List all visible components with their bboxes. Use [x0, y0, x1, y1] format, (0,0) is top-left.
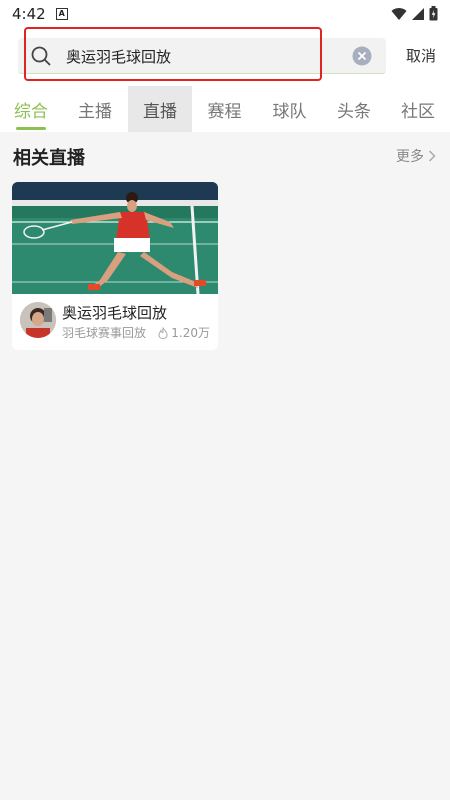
wifi-icon [391, 7, 407, 20]
signal-icon [412, 7, 424, 20]
tab-label: 头条 [337, 101, 371, 122]
live-thumbnail [12, 182, 218, 294]
status-time: 4:42 [12, 5, 46, 23]
clear-icon[interactable] [352, 46, 372, 66]
tab-anchor[interactable]: 主播 [62, 86, 128, 132]
tab-label: 主播 [78, 101, 112, 122]
search-box[interactable]: 奥运羽毛球回放 [18, 38, 386, 74]
tab-label: 赛程 [207, 101, 242, 122]
cancel-button[interactable]: 取消 [406, 45, 436, 66]
tab-teams[interactable]: 球队 [257, 86, 322, 132]
battery-icon [429, 6, 438, 21]
search-header: 奥运羽毛球回放 取消 [0, 28, 450, 86]
search-icon [31, 46, 51, 66]
tab-bar: 综合 主播 直播 赛程 球队 头条 社区 [0, 86, 450, 132]
tab-headlines[interactable]: 头条 [322, 86, 386, 132]
card-title: 奥运羽毛球回放 [62, 304, 168, 322]
notification-icon: A [55, 8, 68, 20]
tab-live[interactable]: 直播 [128, 86, 192, 132]
more-link[interactable]: 更多 [396, 146, 436, 166]
live-card[interactable]: 奥运羽毛球回放 羽毛球赛事回放 1.20万 [12, 182, 218, 350]
status-bar: 4:42 A [0, 0, 450, 28]
avatar [20, 302, 56, 338]
flame-icon [158, 326, 168, 339]
view-count-value: 1.20万 [171, 326, 210, 340]
tab-label: 综合 [14, 101, 48, 122]
card-subtitle: 羽毛球赛事回放 [62, 326, 147, 340]
more-label: 更多 [396, 149, 424, 165]
section-title: 相关直播 [13, 148, 85, 169]
tab-community[interactable]: 社区 [386, 86, 450, 132]
status-icons [391, 6, 438, 21]
tab-comprehensive[interactable]: 综合 [0, 86, 62, 132]
chevron-right-icon [428, 150, 436, 162]
tab-label: 社区 [401, 101, 435, 122]
view-count: 1.20万 [158, 324, 210, 341]
tab-label: 球队 [272, 101, 307, 122]
tab-schedule[interactable]: 赛程 [192, 86, 257, 132]
tab-label: 直播 [143, 101, 177, 122]
search-input[interactable]: 奥运羽毛球回放 [66, 46, 171, 67]
